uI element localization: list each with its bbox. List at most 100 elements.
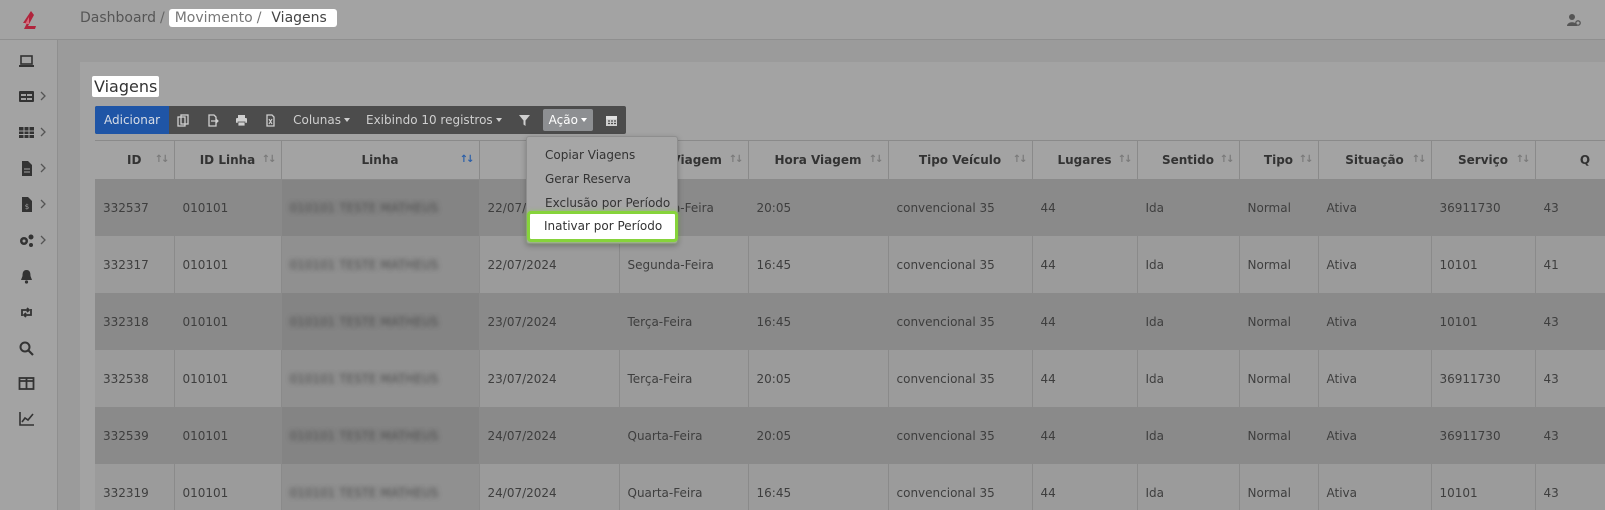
breadcrumb-movimento[interactable]: Movimento	[175, 10, 253, 26]
column-header-label: ID Linha	[199, 152, 256, 167]
columns-label: Colunas	[293, 113, 341, 127]
sidebar: $	[0, 40, 58, 510]
copy-icon	[177, 113, 189, 127]
menu-item-inativar-label: Inativar por Período	[544, 219, 663, 233]
column-header[interactable]: Linha ↑↓	[281, 141, 480, 180]
table-cell: 24/07/2024	[479, 464, 620, 510]
sort-icon: ↑↓	[868, 154, 884, 165]
export-csv-button[interactable]	[198, 106, 227, 134]
table-cell: Ida	[1137, 407, 1240, 464]
table-row[interactable]: 332318 010101 010101 TESTE MATHEUS 23/07/20…	[95, 293, 1605, 350]
sort-icon: ↑↓	[1219, 154, 1235, 165]
table-row[interactable]: 332537 010101 010101 TESTE MATHEUS 22/07/20…	[95, 179, 1605, 236]
sidebar-item-documents[interactable]	[18, 159, 48, 177]
table-cell: 010101	[174, 179, 282, 236]
export-excel-button[interactable]	[256, 106, 285, 134]
menu-item-copiar-viagens[interactable]: Copiar Viagens	[527, 143, 677, 167]
table-cell: 332318	[95, 293, 175, 350]
copy-button[interactable]	[169, 106, 198, 134]
column-header[interactable]: Hora Viagem ↑↓	[748, 141, 889, 180]
print-button[interactable]	[227, 106, 256, 134]
table-cell: convencional 35	[888, 350, 1033, 407]
table-cell: 44	[1032, 407, 1138, 464]
sidebar-item-layout[interactable]	[18, 374, 48, 392]
sidebar-item-grid[interactable]	[18, 123, 48, 141]
menu-item-gerar-reserva[interactable]: Gerar Reserva	[527, 167, 677, 191]
sidebar-item-cadastros[interactable]	[18, 87, 48, 105]
table-cell: convencional 35	[888, 293, 1033, 350]
column-header[interactable]: Lugares ↑↓	[1032, 141, 1138, 180]
table-cell: 44	[1032, 179, 1138, 236]
column-header-label: Tipo	[1263, 152, 1294, 167]
column-header[interactable]: ID Linha ↑↓	[174, 141, 282, 180]
table-cell: Ativa	[1318, 179, 1432, 236]
table-cell: 010101 TESTE MATHEUS	[281, 293, 480, 350]
svg-text:$: $	[25, 203, 29, 211]
column-header-label: Linha	[361, 152, 399, 167]
sort-icon: ↑↓	[1298, 154, 1314, 165]
page-length-dropdown[interactable]: Exibindo 10 registros	[358, 106, 510, 134]
sidebar-item-financeiro[interactable]: $	[18, 195, 48, 213]
user-settings-icon[interactable]	[1567, 13, 1581, 27]
sidebar-item-notificacoes[interactable]	[18, 267, 48, 285]
sort-icon: ↑↓	[1515, 154, 1531, 165]
table-cell: 36911730	[1431, 407, 1536, 464]
menu-item-inativar-por-periodo[interactable]: Inativar por Período	[527, 211, 678, 242]
table-cell: Quarta-Feira	[619, 464, 749, 510]
caret-down-icon	[344, 118, 350, 122]
sidebar-item-relatorios[interactable]	[18, 409, 48, 427]
chart-line-icon	[19, 411, 34, 426]
table-body: 332537 010101 010101 TESTE MATHEUS 22/07/20…	[95, 179, 1605, 510]
table-row[interactable]: 332319 010101 010101 TESTE MATHEUS 24/07/20…	[95, 464, 1605, 510]
table-cell: convencional 35	[888, 236, 1033, 293]
chevron-right-icon	[40, 91, 46, 101]
table-cell: Normal	[1239, 464, 1319, 510]
sort-ascending-icon: ↑↓	[459, 154, 475, 165]
column-header-label: Serviço	[1458, 152, 1508, 167]
chevron-right-icon	[40, 199, 46, 209]
logo[interactable]	[18, 9, 40, 31]
grid-icon	[19, 126, 34, 138]
column-header[interactable]: ID ↑↓	[95, 141, 175, 180]
sidebar-item-dashboard[interactable]	[18, 52, 48, 70]
filter-button[interactable]	[510, 106, 539, 134]
table-cell: 010101	[174, 293, 282, 350]
table-cell: 010101 TESTE MATHEUS	[281, 407, 480, 464]
column-header[interactable]: Sentido ↑↓	[1137, 141, 1240, 180]
caret-down-icon	[580, 118, 587, 122]
table-row[interactable]: 332539 010101 010101 TESTE MATHEUS 24/07/20…	[95, 407, 1605, 464]
column-header[interactable]: Situação ↑↓	[1318, 141, 1432, 180]
sidebar-item-sync[interactable]	[18, 303, 48, 321]
table-cell: 41	[1535, 236, 1605, 293]
main-card: Viagens Adicionar Colunas Exibindo 10 re…	[80, 62, 1605, 510]
add-button[interactable]: Adicionar	[95, 106, 170, 134]
action-dropdown-button[interactable]: Ação	[542, 109, 593, 131]
sort-icon: ↑↓	[728, 154, 744, 165]
table-row[interactable]: 332538 010101 010101 TESTE MATHEUS 23/07/20…	[95, 350, 1605, 407]
table-row[interactable]: 332317 010101 010101 TESTE MATHEUS 22/07/20…	[95, 236, 1605, 293]
chevron-right-icon	[40, 235, 46, 245]
table-cell: 20:05	[748, 179, 889, 236]
table-cell: 010101	[174, 407, 282, 464]
sidebar-item-configuracoes[interactable]	[18, 231, 48, 249]
column-header[interactable]: Tipo Veículo ↑↓	[888, 141, 1033, 180]
sidebar-item-pesquisa[interactable]	[18, 339, 48, 357]
table-header-row: ID↑↓ID Linha↑↓Linha↑↓Data↑↓Dia Viagem↑↓H…	[95, 141, 1605, 180]
column-header[interactable]: Q	[1535, 141, 1605, 180]
breadcrumb-dashboard[interactable]: Dashboard	[80, 10, 156, 26]
table-cell: Ida	[1137, 179, 1240, 236]
table-cell: convencional 35	[888, 179, 1033, 236]
bell-icon	[21, 269, 32, 284]
column-header[interactable]: Tipo ↑↓	[1239, 141, 1319, 180]
chevron-right-icon	[40, 127, 46, 137]
table-icon	[19, 90, 34, 102]
table-cell: Terça-Feira	[619, 293, 749, 350]
table-cell: 44	[1032, 464, 1138, 510]
column-header-label: Q	[1579, 152, 1591, 167]
table-cell: 332319	[95, 464, 175, 510]
columns-dropdown[interactable]: Colunas	[285, 106, 358, 134]
calendar-button[interactable]	[597, 106, 626, 134]
table-cell: 44	[1032, 350, 1138, 407]
breadcrumb: Dashboard / Movimento / Viagens	[80, 9, 337, 27]
column-header[interactable]: Serviço ↑↓	[1431, 141, 1536, 180]
